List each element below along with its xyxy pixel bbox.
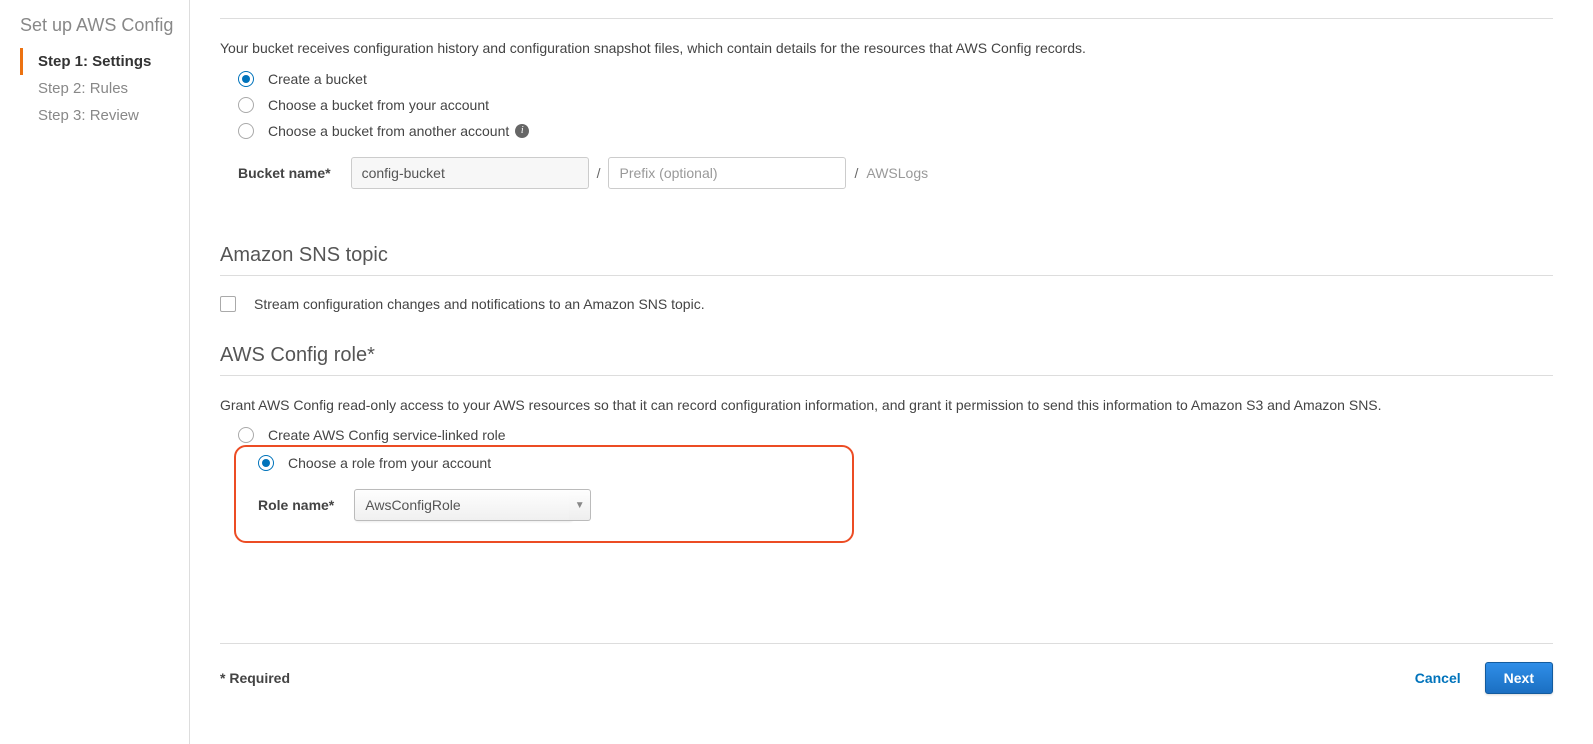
main-content: Your bucket receives configuration histo… [190,0,1593,744]
required-note: * Required [220,670,290,686]
footer-actions: Cancel Next [1415,662,1553,694]
sidebar-step-review[interactable]: Step 3: Review [20,102,189,129]
chevron-down-icon[interactable]: ▼ [569,489,591,521]
sidebar-step-rules[interactable]: Step 2: Rules [20,75,189,102]
bucket-radio-own-account[interactable] [238,97,254,113]
bucket-name-label: Bucket name* [238,165,331,181]
role-description: Grant AWS Config read-only access to you… [220,396,1553,416]
bucket-radio-own-account-label: Choose a bucket from your account [268,97,489,113]
role-radio-create-slr-label: Create AWS Config service-linked role [268,427,506,443]
sidebar: Set up AWS Config Step 1: Settings Step … [0,0,190,744]
cancel-button[interactable]: Cancel [1415,670,1461,686]
role-radio-choose-existing[interactable] [258,455,274,471]
role-radio-group: Create AWS Config service-linked role Ch… [220,427,1553,543]
sns-stream-checkbox[interactable] [220,296,236,312]
role-highlight-box: Choose a role from your account Role nam… [234,445,854,543]
bucket-description: Your bucket receives configuration histo… [220,39,1553,59]
role-divider [220,375,1553,376]
path-slash-2: / [854,165,858,181]
sns-checkbox-row: Stream configuration changes and notific… [220,296,1553,312]
sidebar-step-settings[interactable]: Step 1: Settings [20,48,189,75]
bucket-radio-group: Create a bucket Choose a bucket from you… [220,71,1553,139]
sns-section-title: Amazon SNS topic [220,244,1553,267]
role-radio-choose-existing-label: Choose a role from your account [288,455,491,471]
bucket-name-input[interactable] [351,157,589,189]
sidebar-title: Set up AWS Config [20,15,189,36]
bucket-radio-other-account[interactable] [238,123,254,139]
info-icon[interactable]: i [515,124,529,138]
next-button[interactable]: Next [1485,662,1553,694]
role-radio-create-slr[interactable] [238,427,254,443]
role-name-label: Role name* [258,497,334,513]
sns-checkbox-label: Stream configuration changes and notific… [254,296,705,312]
bucket-prefix-input[interactable] [608,157,846,189]
role-name-select[interactable]: ▼ [354,489,591,521]
bucket-name-row: Bucket name* / / AWSLogs [220,157,1553,189]
role-name-select-input[interactable] [354,489,572,521]
top-divider [220,18,1553,19]
bucket-path-suffix: AWSLogs [866,165,928,181]
bucket-radio-create-label: Create a bucket [268,71,367,87]
sns-divider [220,275,1553,276]
bucket-radio-other-account-label: Choose a bucket from another account [268,123,509,139]
footer: * Required Cancel Next [220,662,1553,714]
path-slash-1: / [597,165,601,181]
role-section-title: AWS Config role* [220,344,1553,367]
footer-divider [220,643,1553,644]
bucket-radio-create[interactable] [238,71,254,87]
